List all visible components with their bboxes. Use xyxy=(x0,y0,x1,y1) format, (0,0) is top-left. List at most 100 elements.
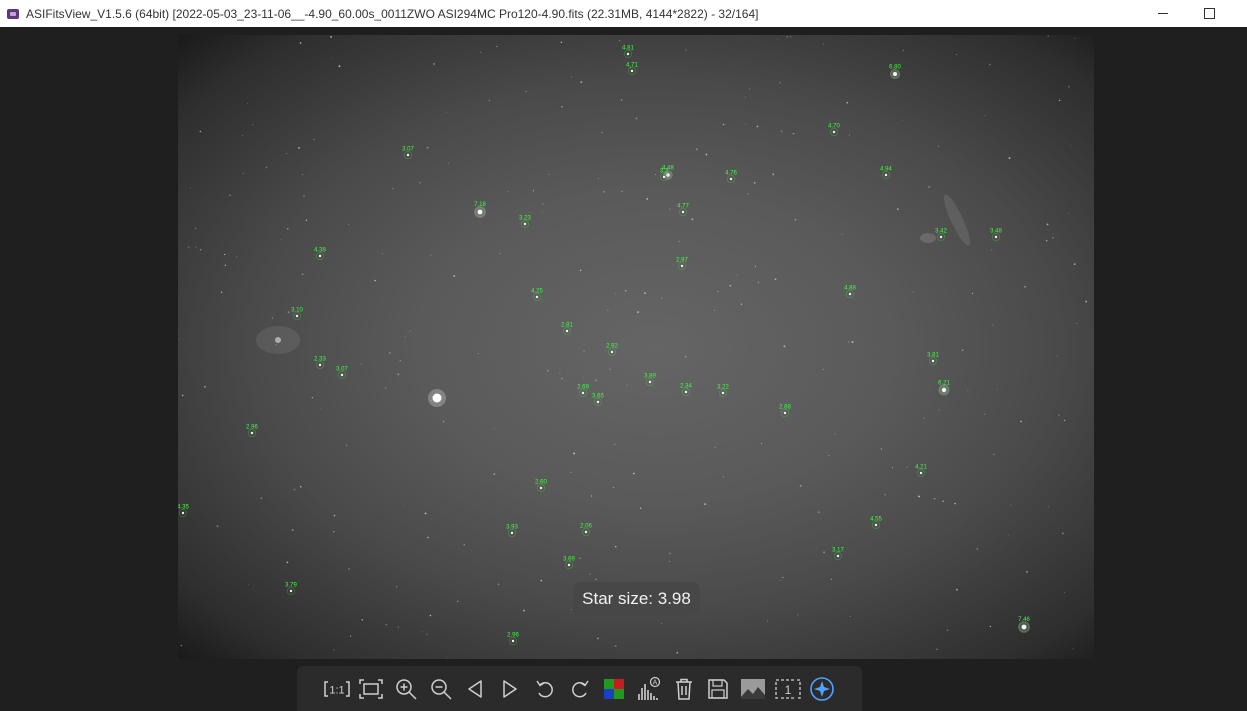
detected-star xyxy=(584,530,588,534)
faint-star xyxy=(745,96,747,98)
faint-star xyxy=(199,248,202,251)
faint-star xyxy=(403,505,405,507)
detected-star xyxy=(567,563,571,567)
image-icon xyxy=(740,678,765,699)
faint-star xyxy=(851,341,854,343)
faint-star xyxy=(540,579,543,582)
fits-image[interactable]: 4.81 4.71 6.80 4.70 3.07 4.48 3.2 4.76 4.94 7.18 3… xyxy=(178,35,1094,659)
faint-star xyxy=(848,134,850,136)
faint-star xyxy=(786,36,788,38)
faint-star xyxy=(722,123,725,126)
faint-star xyxy=(984,413,986,415)
frame-split-button[interactable]: 1 xyxy=(770,673,805,705)
faint-star xyxy=(579,269,582,272)
faint-star xyxy=(301,174,304,176)
faint-star xyxy=(541,211,543,213)
faint-star xyxy=(242,172,244,174)
next-image-button[interactable] xyxy=(493,673,528,705)
faint-star xyxy=(453,275,456,277)
faint-star xyxy=(1085,300,1088,303)
zoom-out-button[interactable] xyxy=(423,673,458,705)
faint-star xyxy=(493,427,495,429)
faint-star xyxy=(717,290,719,292)
faint-star xyxy=(330,36,332,38)
faint-star xyxy=(745,123,746,125)
rotate-right-button[interactable] xyxy=(562,673,597,705)
faint-star xyxy=(280,239,282,241)
faint-star xyxy=(597,177,599,180)
faint-star xyxy=(360,363,362,365)
minimize-icon xyxy=(1158,13,1168,14)
faint-star xyxy=(442,420,445,423)
delete-button[interactable] xyxy=(666,673,701,705)
faint-star xyxy=(637,311,639,314)
detected-star xyxy=(610,350,614,354)
maximize-button[interactable] xyxy=(1186,0,1232,27)
trash-icon xyxy=(675,678,692,700)
faint-star xyxy=(902,49,904,51)
detected-star xyxy=(832,130,836,134)
actual-size-button[interactable]: 1:1 xyxy=(319,673,354,705)
detected-star xyxy=(565,329,569,333)
faint-star xyxy=(783,345,786,348)
color-channels-button[interactable] xyxy=(597,673,632,705)
faint-star xyxy=(621,99,623,101)
detected-star xyxy=(931,359,935,363)
star-fwhm-label: 2.92 xyxy=(606,343,618,349)
detected-star xyxy=(181,511,185,515)
faint-star xyxy=(547,370,549,372)
faint-star xyxy=(691,218,694,221)
galaxy-glow xyxy=(920,233,936,243)
star-field: 4.814.71 6.804.703.074.483.2 4.764.947.183… xyxy=(178,35,1088,659)
faint-star xyxy=(1070,145,1072,147)
faint-star xyxy=(602,190,605,193)
faint-star xyxy=(736,274,738,276)
zoom-out-icon xyxy=(431,678,452,700)
title-bar[interactable]: ASIFitsView_V1.5.6 (64bit) [2022-05-03_2… xyxy=(0,0,1247,27)
faint-star xyxy=(1045,239,1048,242)
image-info-button[interactable] xyxy=(736,673,771,705)
faint-star xyxy=(834,433,836,435)
star-fwhm-label: 3.17 xyxy=(832,547,844,553)
star-fwhm-label: 2.96 xyxy=(507,632,519,638)
faint-star xyxy=(333,649,335,651)
minimize-button[interactable] xyxy=(1140,0,1186,27)
faint-star xyxy=(559,372,561,374)
faint-star xyxy=(332,57,333,59)
save-button[interactable] xyxy=(701,673,736,705)
star-fwhm-label: 4.21 xyxy=(915,464,927,470)
faint-star xyxy=(722,476,725,478)
faint-star xyxy=(448,162,450,164)
galaxy-glow xyxy=(943,194,971,246)
rotate-left-icon xyxy=(536,680,553,697)
faint-star xyxy=(561,377,563,380)
star-fwhm-label: 6.80 xyxy=(889,65,901,71)
faint-star xyxy=(754,265,757,267)
star-fwhm-label: 7.46 xyxy=(1018,617,1030,623)
star-detect-button[interactable] xyxy=(805,673,840,705)
faint-star xyxy=(589,573,591,575)
detected-star xyxy=(1021,624,1027,630)
faint-star xyxy=(348,568,350,570)
detected-star xyxy=(662,175,666,179)
faint-star xyxy=(271,317,274,319)
faint-star xyxy=(967,389,969,391)
star-fwhm-label: 2.69 xyxy=(577,384,589,390)
star-fwhm-label: 3.22 xyxy=(717,384,729,390)
previous-image-button[interactable] xyxy=(458,673,493,705)
faint-star xyxy=(384,387,387,389)
star-fwhm-label: 4.77 xyxy=(677,203,689,209)
auto-stretch-button[interactable]: A xyxy=(632,673,667,705)
zoom-in-button[interactable] xyxy=(389,673,424,705)
faint-star xyxy=(488,99,491,102)
faint-star xyxy=(361,619,363,621)
fit-window-button[interactable] xyxy=(354,673,389,705)
faint-star xyxy=(247,102,249,104)
faint-star xyxy=(409,330,411,332)
detected-star xyxy=(941,387,947,393)
rotate-left-button[interactable] xyxy=(527,673,562,705)
faint-star xyxy=(705,153,708,156)
faint-star xyxy=(891,466,894,469)
star-fwhm-label: 3.07 xyxy=(402,146,414,152)
faint-star xyxy=(433,63,435,65)
